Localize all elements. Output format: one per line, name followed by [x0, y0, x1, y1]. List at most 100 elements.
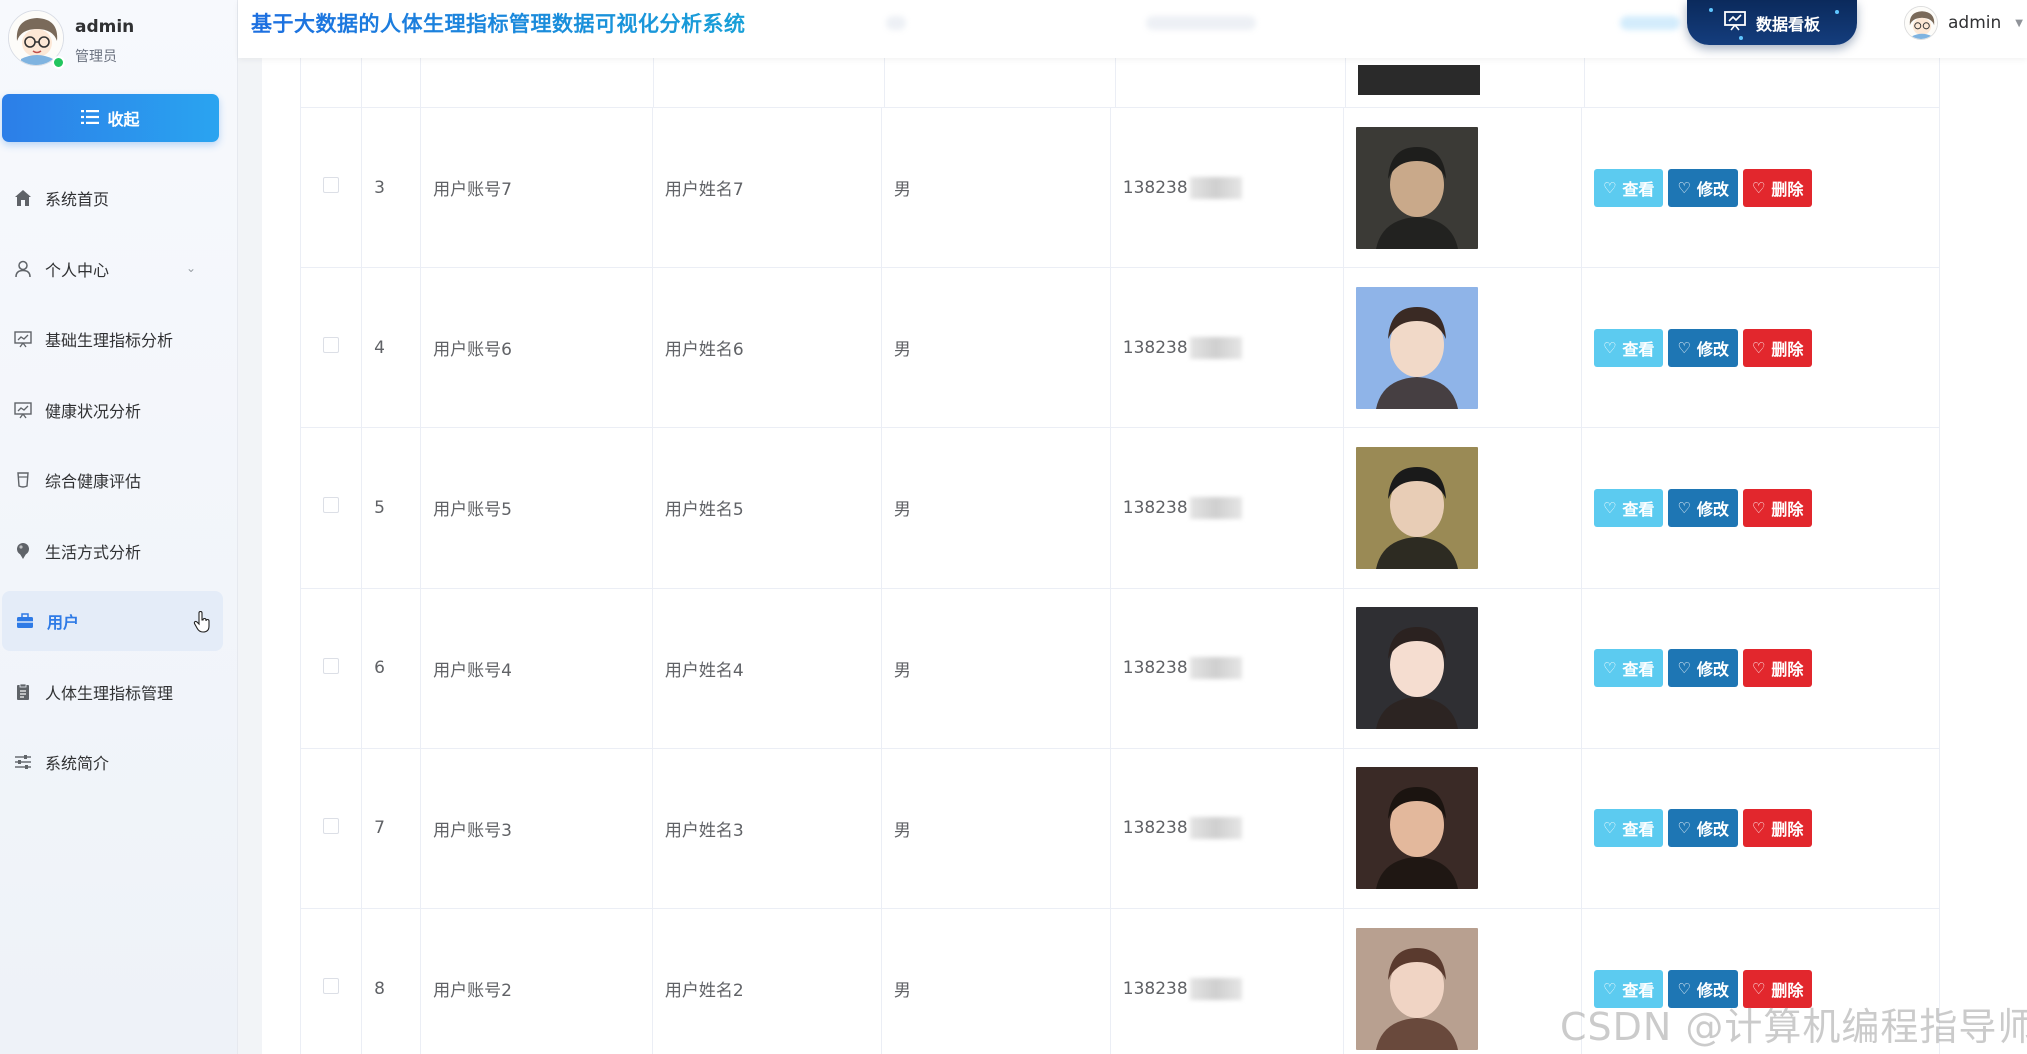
row-checkbox[interactable]: [323, 497, 340, 514]
sidebar-item-users[interactable]: 用户: [2, 591, 223, 651]
heart-icon: ♡: [1602, 498, 1617, 517]
delete-button[interactable]: ♡ 删除: [1742, 328, 1813, 367]
user-photo[interactable]: [1355, 446, 1478, 569]
heart-icon: ♡: [1751, 819, 1766, 838]
view-label: 查看: [1622, 499, 1655, 519]
delete-label: 删除: [1771, 179, 1804, 199]
view-button[interactable]: ♡ 查看: [1593, 168, 1664, 207]
row-gender: 男: [880, 106, 1111, 269]
edit-label: 修改: [1696, 499, 1729, 519]
chart-board-icon: [13, 400, 33, 420]
edit-button[interactable]: ♡ 修改: [1668, 328, 1738, 367]
sidebar-item-label: 生活方式分析: [45, 542, 142, 562]
heart-icon: ♡: [1677, 979, 1691, 998]
heart-icon: ♡: [1751, 338, 1766, 357]
heart-icon: ♡: [1677, 338, 1691, 357]
dashboard-icon: [1724, 10, 1746, 35]
row-checkbox[interactable]: [323, 817, 340, 834]
row-account: 用户账号2: [420, 907, 653, 1054]
chart-board-icon: [13, 329, 33, 349]
chevron-down-icon: ⌄: [185, 260, 196, 275]
row-phone: 138238: [1122, 978, 1188, 999]
sidebar-item-comprehensive-assessment[interactable]: 综合健康评估: [0, 450, 238, 510]
row-name: 用户姓名6: [651, 267, 882, 429]
row-phone: 138238: [1122, 177, 1188, 198]
profile-name: admin: [75, 17, 135, 37]
delete-button[interactable]: ♡ 删除: [1742, 488, 1813, 527]
view-button[interactable]: ♡ 查看: [1593, 328, 1664, 367]
row-account: 用户账号4: [420, 587, 653, 749]
phone-mask: [1189, 176, 1242, 199]
header-user-menu[interactable]: admin ▼: [1904, 6, 2023, 40]
heart-icon: ♡: [1751, 178, 1766, 197]
sidebar-item-indicator-management[interactable]: 人体生理指标管理: [0, 662, 238, 722]
edit-button[interactable]: ♡ 修改: [1668, 168, 1738, 207]
user-table-body: 3 用户账号7 用户姓名7 男 138238 ♡ 查看 ♡ 修改 ♡ 删除 4: [299, 106, 1941, 1054]
sidebar-item-label: 用户: [47, 613, 80, 632]
row-phone: 138238: [1122, 658, 1188, 679]
edit-button[interactable]: ♡ 修改: [1668, 488, 1738, 527]
row-checkbox[interactable]: [323, 177, 340, 194]
view-button[interactable]: ♡ 查看: [1593, 488, 1664, 527]
header-blur: [886, 16, 906, 30]
phone-mask: [1189, 496, 1242, 519]
collapse-button[interactable]: 收起: [2, 94, 219, 142]
dashboard-button[interactable]: 数据看板: [1687, 0, 1857, 45]
user-photo[interactable]: [1355, 286, 1478, 409]
sidebar-item-basic-indicators[interactable]: 基础生理指标分析: [0, 309, 238, 369]
sidebar-item-label: 综合健康评估: [45, 472, 142, 491]
cup-icon: [13, 470, 33, 490]
row-index: 5: [361, 427, 422, 589]
delete-label: 删除: [1771, 339, 1804, 359]
user-photo[interactable]: [1355, 767, 1478, 890]
sidebar-item-personal-center[interactable]: 个人中心 ⌄: [0, 239, 238, 299]
row-gender: 男: [880, 427, 1111, 589]
row-account: 用户账号3: [420, 747, 653, 909]
heart-icon: ♡: [1677, 178, 1691, 197]
row-account: 用户账号5: [420, 427, 653, 589]
delete-label: 删除: [1771, 820, 1804, 840]
user-photo: [1358, 65, 1481, 95]
user-photo[interactable]: [1355, 927, 1478, 1050]
user-photo[interactable]: [1355, 607, 1478, 730]
heart-icon: ♡: [1751, 979, 1766, 998]
edit-button[interactable]: ♡ 修改: [1668, 809, 1738, 848]
delete-button[interactable]: ♡ 删除: [1742, 168, 1813, 207]
view-button[interactable]: ♡ 查看: [1593, 649, 1664, 688]
edit-button[interactable]: ♡ 修改: [1668, 649, 1738, 688]
sidebar-item-label: 基础生理指标分析: [45, 331, 174, 350]
user-photo[interactable]: [1355, 126, 1478, 249]
collapse-label: 收起: [107, 110, 140, 129]
sidebar-item-label: 个人中心: [45, 260, 110, 280]
header-username: admin: [1948, 13, 2002, 33]
sidebar-item-label: 健康状况分析: [45, 401, 142, 421]
row-name: 用户姓名2: [651, 907, 882, 1054]
sidebar-item-system-intro[interactable]: 系统简介: [0, 732, 238, 792]
row-index: 4: [361, 267, 422, 429]
caret-down-icon: ▼: [2015, 17, 2023, 29]
header-blur: [1620, 16, 1680, 30]
sidebar-item-health-status[interactable]: 健康状况分析: [0, 380, 238, 440]
online-status-dot: [52, 56, 65, 69]
delete-button[interactable]: ♡ 删除: [1742, 649, 1813, 688]
row-checkbox[interactable]: [323, 337, 340, 354]
sidebar-item-lifestyle[interactable]: 生活方式分析: [0, 521, 238, 581]
heart-icon: ♡: [1677, 498, 1691, 517]
sidebar-item-home[interactable]: 系统首页: [0, 168, 238, 228]
edit-label: 修改: [1696, 179, 1729, 199]
delete-label: 删除: [1771, 660, 1804, 680]
watermark: CSDN @计算机编程指导师: [1560, 1005, 2027, 1049]
view-button[interactable]: ♡ 查看: [1593, 809, 1664, 848]
heart-icon: ♡: [1602, 338, 1617, 357]
row-account: 用户账号6: [420, 267, 653, 429]
heart-icon: ♡: [1751, 498, 1766, 517]
row-name: 用户姓名5: [651, 427, 882, 589]
heart-icon: ♡: [1751, 659, 1766, 678]
table-row: 3 用户账号7 用户姓名7 男 138238 ♡ 查看 ♡ 修改 ♡ 删除: [299, 106, 1941, 269]
delete-button[interactable]: ♡ 删除: [1742, 809, 1813, 848]
phone-mask: [1189, 817, 1242, 840]
row-gender: 男: [880, 267, 1111, 429]
row-checkbox[interactable]: [323, 978, 340, 995]
sidebar-menu: 系统首页 个人中心 ⌄ 基础生理指标分析 健康状况分析 综合健康评估 生活方式分…: [0, 168, 238, 803]
row-checkbox[interactable]: [323, 657, 340, 674]
